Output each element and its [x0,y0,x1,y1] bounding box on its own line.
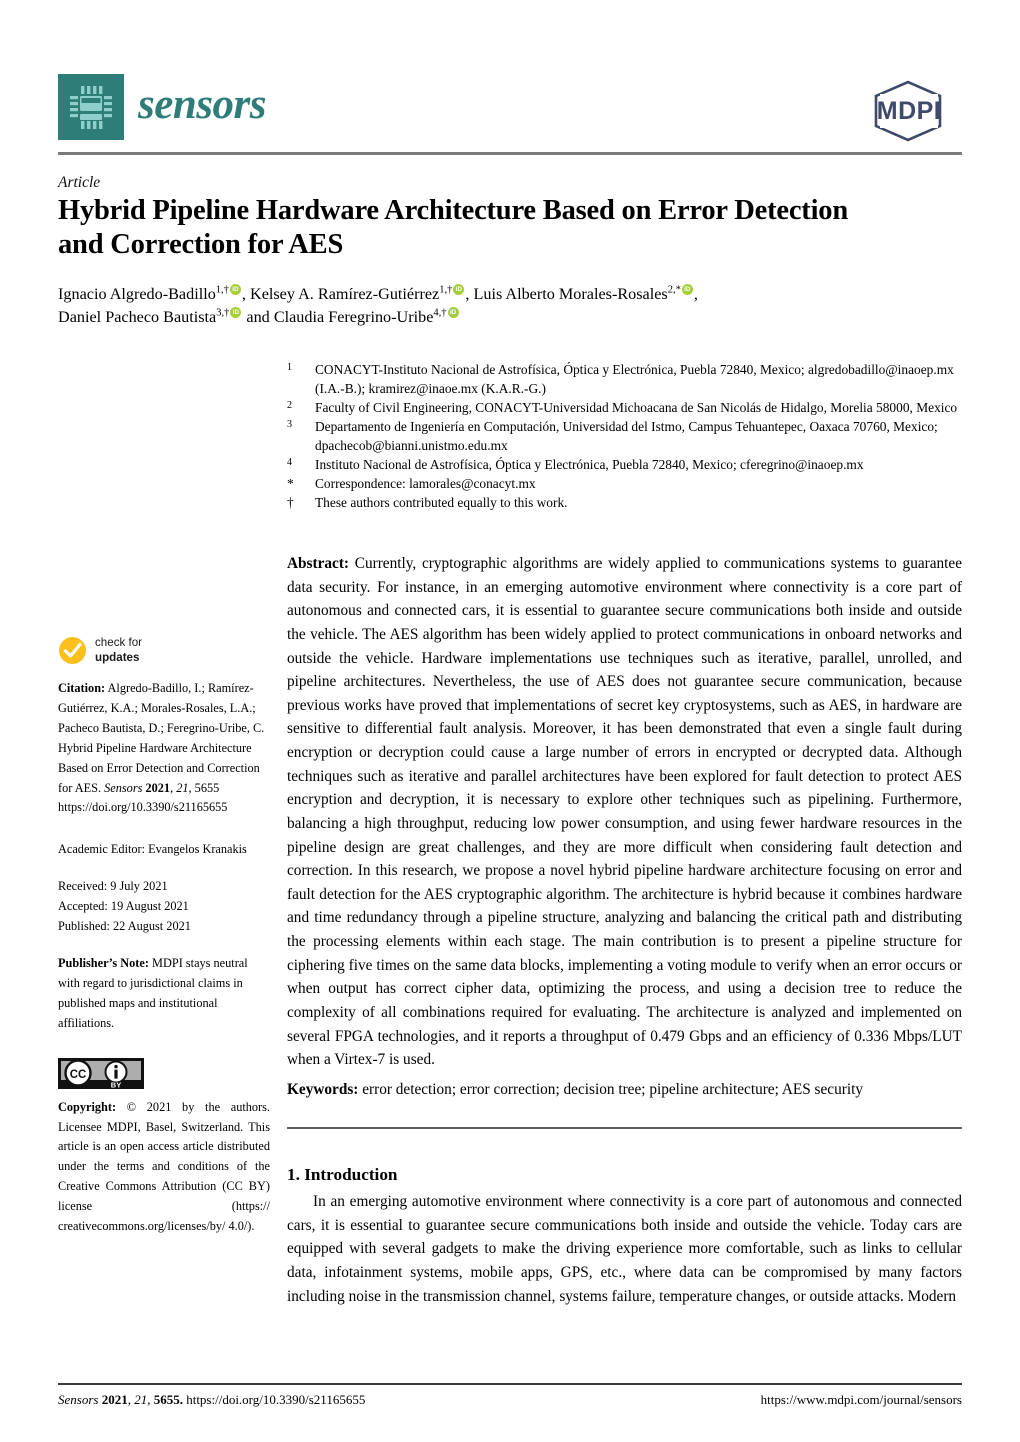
journal-logo-group: sensors [58,74,266,140]
academic-editor: Academic Editor: Evangelos Kranakis [58,842,247,857]
check-for-updates-label: check for updates [95,636,142,664]
correspondence-text: Correspondence: lamorales@conacyt.mx [315,476,536,492]
footer-journal: Sensors [58,1392,99,1407]
accepted-date: Accepted: 19 August 2021 [58,899,189,914]
orcid-icon[interactable] [229,284,241,295]
publisher-note: Publisher’s Note: MDPI stays neutral wit… [58,954,270,1034]
check-for-updates-badge[interactable]: check for updates [58,636,270,665]
citation-label: Citation: [58,681,106,695]
affiliation-marker: 1 [287,362,292,373]
page-footer: Sensors 2021, 21, 5655. https://doi.org/… [58,1392,962,1408]
keywords-label: Keywords: [287,1081,359,1098]
author-separator: , [693,285,698,303]
metadata-sidebar: check for updates Citation: Algredo-Badi… [58,636,270,1237]
footer-doi[interactable]: https://doi.org/10.3390/s21165655 [186,1392,365,1407]
correspondence-item: * Correspondence: lamorales@conacyt.mx [287,474,962,493]
footer-pages: 5655. [153,1392,183,1407]
orcid-icon[interactable] [453,284,465,295]
citation-doi[interactable]: https://doi.org/10.3390/s21165655 [58,800,227,814]
affiliation-marker: 4 [287,457,292,469]
equal-contribution-marker: † [287,495,294,511]
affiliation-marker: 3 [287,419,292,431]
orcid-icon[interactable] [681,284,693,295]
correspondence-marker: * [287,476,294,492]
copyright-label: Copyright: [58,1099,117,1114]
affiliation-item: 2 Faculty of Civil Engineering, CONACYT-… [287,398,962,417]
affiliation-item: 1 CONACYT-Instituto Nacional de Astrofís… [287,360,962,398]
received-date: Received: 9 July 2021 [58,879,168,894]
affiliation-item: 3 Departamento de Ingeniería en Computac… [287,417,962,455]
abstract-text: Currently, cryptographic algorithms are … [287,555,962,1069]
svg-text:CC: CC [70,1069,87,1081]
page-header: sensors MDPI [58,74,962,156]
section-heading-introduction: 1. Introduction [287,1165,398,1184]
affiliation-list: 1 CONACYT-Instituto Nacional de Astrofís… [287,360,962,512]
author-name: Luis Alberto Morales-Rosales [473,285,668,303]
microchip-icon [58,74,124,140]
footer-divider [58,1383,962,1385]
author-affiliation-marker: 1,† [215,284,229,296]
affiliation-marker: 2 [287,400,292,412]
orcid-icon[interactable] [230,307,242,318]
affiliation-text: Departamento de Ingeniería en Computació… [315,419,938,454]
check-for-updates-line2: updates [95,650,140,664]
author-affiliation-marker: 4,† [433,307,447,319]
keywords-section: Keywords: error detection; error correct… [287,1079,962,1102]
author-line-2: Daniel Pacheco Bautista3,† and Claudia F… [58,307,460,326]
section-body-introduction: In an emerging automotive environment wh… [287,1193,962,1305]
author-separator: and [242,308,274,326]
footer-year: 2021 [101,1392,128,1407]
publisher-note-label: Publisher’s Note: [58,955,149,970]
svg-text:MDPI: MDPI [877,97,942,125]
abstract-section: Abstract: Currently, cryptographic algor… [287,552,962,1072]
equal-contribution-text: These authors contributed equally to thi… [315,495,568,511]
paper-page: sensors MDPI Article Hybrid Pipeline Har… [0,0,1020,1442]
svg-text:BY: BY [111,1080,121,1089]
author-affiliation-marker: 1,† [439,284,453,296]
page-title: Hybrid Pipeline Hardware Architecture Ba… [58,195,848,260]
header-divider [58,152,962,155]
author-list: Ignacio Algredo-Badillo1,†, Kelsey A. Ra… [58,283,888,329]
published-date: Published: 22 August 2021 [58,919,191,934]
author-name: Claudia Feregrino-Uribe [273,308,434,326]
citation-volume: 21 [176,780,189,795]
footer-journal-url[interactable]: https://www.mdpi.com/journal/sensors [761,1392,962,1408]
citation-journal: Sensors [104,780,143,795]
citation-year: 2021 [145,780,171,795]
copyright-text: © 2021 by the authors. Licensee MDPI, Ba… [58,1099,271,1234]
footer-citation: Sensors 2021, 21, 5655. https://doi.org/… [58,1392,366,1407]
check-circle-icon [58,636,87,665]
orcid-icon[interactable] [447,307,459,318]
author-affiliation-marker: 2,* [667,284,681,296]
affiliation-text: Instituto Nacional de Astrofísica, Óptic… [315,457,864,473]
abstract-label: Abstract: [287,555,350,572]
affiliation-text: CONACYT-Instituto Nacional de Astrofísic… [315,362,954,397]
affiliation-text: Faculty of Civil Engineering, CONACYT-Un… [315,400,958,416]
keywords-text: error detection; error correction; decis… [362,1081,863,1098]
affiliation-item: 4 Instituto Nacional de Astrofísica, Ópt… [287,455,962,474]
author-line-1: Ignacio Algredo-Badillo1,†, Kelsey A. Ra… [58,284,698,303]
check-for-updates-line1: check for [95,636,143,650]
citation-block: Citation: Algredo-Badillo, I.; Ramírez-G… [58,681,265,815]
author-separator: , [241,285,251,303]
author-name: Daniel Pacheco Bautista [58,308,217,326]
article-type-label: Article [58,174,101,191]
mdpi-logo: MDPI [858,80,962,142]
footer-volume: 21 [134,1392,148,1407]
citation-pages: 5655 [194,780,220,795]
copyright-block: Copyright: © 2021 by the authors. Licens… [58,1098,270,1237]
author-name: Kelsey A. Ramírez-Gutiérrez [250,285,440,303]
cc-by-icon[interactable]: CC BY [58,1057,144,1089]
journal-wordmark: sensors [138,80,266,128]
publication-dates: Received: 9 July 2021 Accepted: 19 Augus… [58,877,270,937]
author-affiliation-marker: 3,† [216,307,230,319]
author-name: Ignacio Algredo-Badillo [58,285,216,303]
equal-contribution-item: † These authors contributed equally to t… [287,493,962,512]
keywords-divider [287,1127,962,1129]
